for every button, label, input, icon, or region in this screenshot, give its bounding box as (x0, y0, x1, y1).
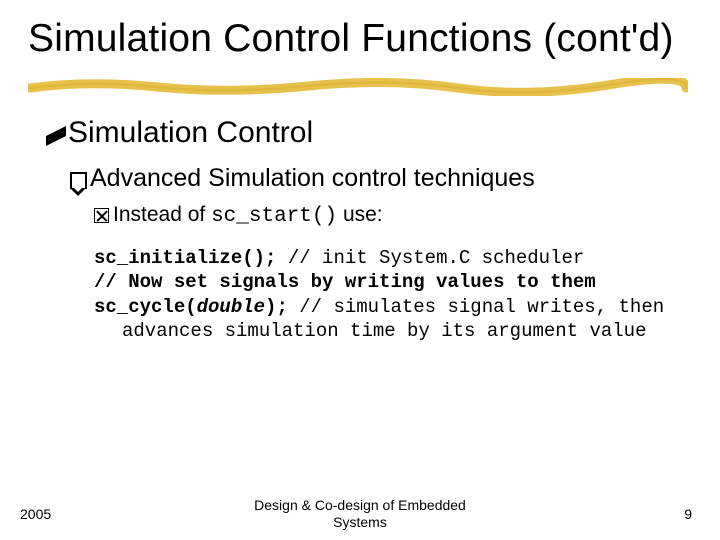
footer-center-l1: Design & Co-design of Embedded (254, 497, 466, 513)
slide: Simulation Control Functions (cont'd) Si… (0, 0, 720, 540)
code3-rest: // simulates signal writes, then (288, 296, 664, 318)
code-block: sc_initialize(); // init System.C schedu… (94, 246, 692, 343)
footer-page-number: 9 (684, 506, 692, 522)
code-line-1: sc_initialize(); // init System.C schedu… (94, 246, 672, 270)
bullet-level1: Simulation Control (46, 116, 692, 150)
code3-b: double (197, 296, 265, 318)
l3-code: sc_start() (211, 205, 337, 228)
bullet-level3: Instead of sc_start() use: (94, 203, 692, 228)
footer-center-l2: Systems (333, 514, 387, 530)
slide-title: Simulation Control Functions (cont'd) (28, 18, 692, 60)
x-bullet-icon (94, 208, 109, 223)
l3-post: use: (337, 203, 383, 226)
title-underline (28, 78, 692, 94)
code-line-3: sc_cycle(double); // simulates signal wr… (94, 295, 672, 319)
code-line-4: advances simulation time by its argument… (94, 319, 672, 343)
code3-c: ); (265, 296, 288, 318)
bullet-l3-text: Instead of sc_start() use: (113, 203, 383, 228)
y-bullet-icon (70, 172, 87, 189)
bullet-l2-text: Advanced Simulation control techniques (90, 164, 535, 193)
code1-rest: // init System.C scheduler (276, 247, 584, 269)
bullet-level2: Advanced Simulation control techniques (70, 164, 692, 193)
code-line-2: // Now set signals by writing values to … (94, 270, 672, 294)
content-area: Simulation Control Advanced Simulation c… (28, 116, 692, 343)
code3-a: sc_cycle( (94, 296, 197, 318)
footer-year: 2005 (20, 506, 51, 522)
footer-center: Design & Co-design of Embedded Systems (254, 497, 466, 532)
code1-bold: sc_initialize(); (94, 247, 276, 269)
l3-pre: Instead of (113, 203, 211, 226)
footer: 2005 Design & Co-design of Embedded Syst… (0, 506, 720, 522)
bullet-l1-text: Simulation Control (68, 116, 313, 150)
z-bullet-icon (46, 126, 66, 146)
